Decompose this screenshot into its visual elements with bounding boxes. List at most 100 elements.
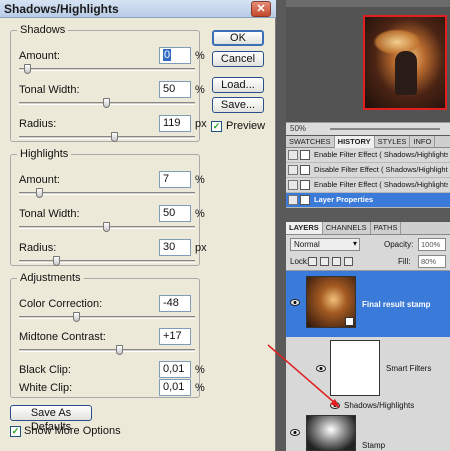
layer-name: Final result stamp [362,300,431,309]
visibility-eye-icon[interactable] [316,365,326,372]
shadows-radius-input[interactable]: 119 [159,115,191,132]
slider-knob[interactable] [52,256,60,266]
layer-name: Stamp [362,441,386,450]
ok-button[interactable]: OK [212,30,264,46]
right-panels: 50% SWATCHES HISTORY STYLES INFO Enable … [276,0,450,451]
highlights-group: Highlights Amount: 7 % Tonal Width: 50 %… [10,148,207,266]
save-as-defaults-button[interactable]: Save As Defaults [10,405,92,433]
history-item[interactable]: Enable Filter Effect ( Shadows/Highlight… [286,178,450,193]
history-item-selected[interactable]: Layer Properties [286,193,450,208]
shadows-tonal-label: Tonal Width: [19,84,80,96]
black-clip-input[interactable]: 0,01 [159,361,191,378]
black-clip-label: Black Clip: [19,364,71,376]
snapshot-checkbox[interactable] [288,195,298,205]
opacity-field[interactable]: 100% [418,238,446,251]
tab-history[interactable]: HISTORY [334,136,375,148]
tab-swatches[interactable]: SWATCHES [286,136,335,148]
load-button[interactable]: Load... [212,77,264,93]
cancel-button[interactable]: Cancel [212,51,264,67]
color-correction-slider[interactable] [19,312,195,322]
snapshot-checkbox[interactable] [288,165,298,175]
visibility-eye-icon[interactable] [330,402,340,409]
lock-pixels-icon[interactable] [320,257,329,266]
tab-layers[interactable]: LAYERS [286,222,323,234]
navigator-zoom-bar: 50% [286,122,450,135]
color-correction-input[interactable]: -48 [159,295,191,312]
highlights-radius-input[interactable]: 30 [159,239,191,256]
history-item-label: Enable Filter Effect ( Shadows/Highlight… [314,150,448,159]
color-correction-label: Color Correction: [19,298,103,310]
tab-channels[interactable]: CHANNELS [323,222,371,234]
highlights-amount-input[interactable]: 7 [159,171,191,188]
slider-knob[interactable] [35,188,43,198]
snapshot-checkbox[interactable] [288,180,298,190]
close-button[interactable]: ✕ [251,1,271,17]
shadows-radius-slider[interactable] [19,132,195,142]
preview-checkbox[interactable]: ✓ [211,121,222,132]
blend-mode-select[interactable]: Normal [290,238,360,251]
slider-knob[interactable] [72,312,80,322]
visibility-eye-icon[interactable] [290,299,300,306]
dialog-titlebar[interactable]: Shadows/Highlights ✕ [0,0,276,18]
slider-knob[interactable] [103,222,110,232]
shadows-amount-label: Amount: [19,50,60,62]
history-item[interactable]: Enable Filter Effect ( Shadows/Highlight… [286,148,450,163]
history-tabs: SWATCHES HISTORY STYLES INFO [286,136,450,148]
fill-field[interactable]: 80% [418,255,446,268]
highlights-radius-label: Radius: [19,242,57,254]
layer-shadows-highlights[interactable]: Shadows/Highlights [286,399,450,413]
lock-transparency-icon[interactable] [308,257,317,266]
shadows-tonal-unit: % [195,84,205,96]
lock-all-icon[interactable] [344,257,353,266]
zoom-slider[interactable] [330,128,440,130]
slider-knob[interactable] [111,132,119,142]
navigator-preview[interactable] [363,15,447,110]
midtone-contrast-input[interactable]: +17 [159,328,191,345]
navigator-panel [286,7,450,122]
history-item[interactable]: Disable Filter Effect ( Shadows/Highligh… [286,163,450,178]
highlights-amount-slider[interactable] [19,188,195,198]
tab-paths[interactable]: PATHS [371,222,402,234]
tab-styles[interactable]: STYLES [375,136,411,148]
zoom-level[interactable]: 50% [290,124,306,133]
layer-name: Smart Filters [386,364,432,373]
shadows-amount-input[interactable]: 0 [159,47,191,64]
tab-info[interactable]: INFO [410,136,436,148]
photoshop-workspace: 50% SWATCHES HISTORY STYLES INFO Enable … [0,0,450,451]
preview-label: Preview [226,120,266,132]
snapshot-checkbox[interactable] [288,150,298,160]
shadows-amount-slider[interactable] [19,64,195,74]
shadows-amount-unit: % [195,50,205,62]
white-clip-input[interactable]: 0,01 [159,379,191,396]
shadows-tonal-input[interactable]: 50 [159,81,191,98]
slider-knob[interactable] [116,345,124,355]
navigator-tabs[interactable] [286,0,450,7]
slider-knob[interactable] [103,98,110,108]
highlights-radius-unit: px [195,242,207,254]
highlights-legend: Highlights [20,148,69,160]
lock-position-icon[interactable] [332,257,341,266]
midtone-contrast-slider[interactable] [19,345,195,355]
white-clip-unit: % [195,382,205,394]
save-button[interactable]: Save... [212,97,264,113]
slider-knob[interactable] [24,64,32,74]
layer-options: Normal Opacity: 100% Lock: Fill: 80% [286,235,450,271]
layer-smart-filters[interactable]: Smart Filters [286,337,450,399]
shadows-radius-unit: px [195,118,207,130]
white-clip-label: White Clip: [19,382,73,394]
highlights-radius-slider[interactable] [19,256,195,266]
highlights-tonal-label: Tonal Width: [19,208,80,220]
layers-tabs: LAYERS CHANNELS PATHS [286,222,450,235]
highlights-tonal-unit: % [195,208,205,220]
highlights-tonal-slider[interactable] [19,222,195,232]
black-clip-unit: % [195,364,205,376]
shadows-highlights-dialog: Shadows/Highlights ✕ Shadows Amount: 0 %… [0,0,276,451]
show-more-options-checkbox[interactable]: ✓ [10,426,21,437]
highlights-tonal-input[interactable]: 50 [159,205,191,222]
dialog-title: Shadows/Highlights [4,2,119,16]
shadows-radius-label: Radius: [19,118,57,130]
visibility-eye-icon[interactable] [290,429,300,436]
layer-stamp[interactable]: Stamp [286,415,450,451]
layer-final-result-stamp[interactable]: Final result stamp [286,271,450,337]
shadows-tonal-slider[interactable] [19,98,195,108]
